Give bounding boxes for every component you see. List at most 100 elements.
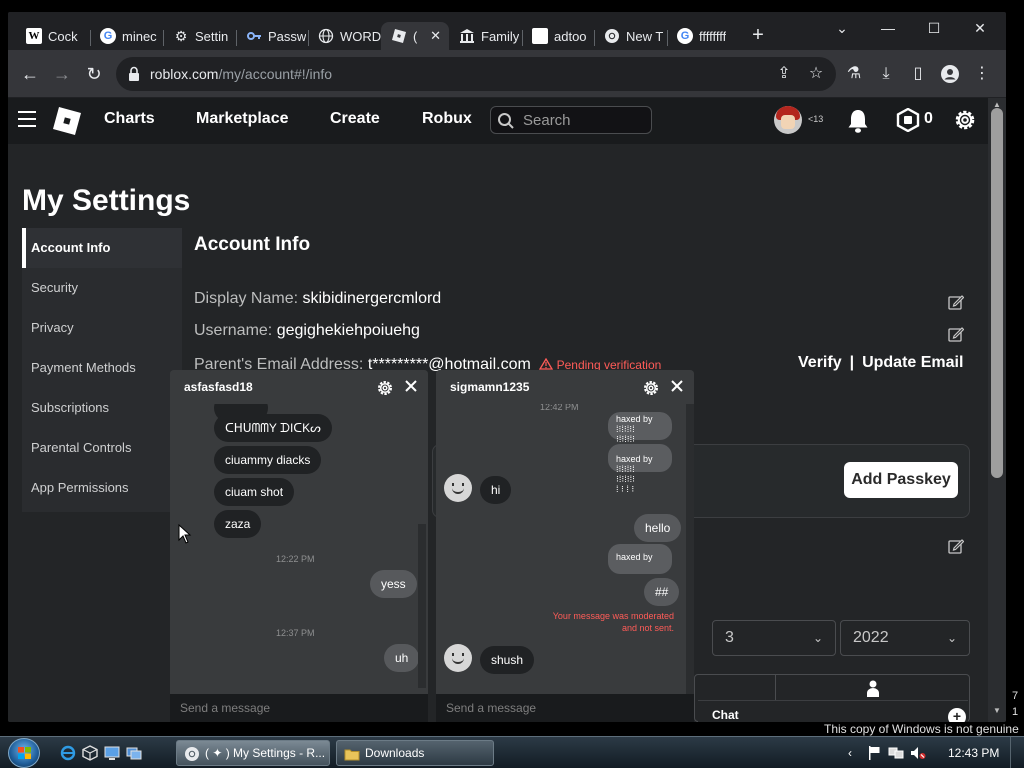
edit-icon[interactable] xyxy=(948,538,964,554)
menu-item-subscriptions[interactable]: Subscriptions xyxy=(22,388,182,428)
chat-bubble: ciuam shot xyxy=(214,478,295,506)
notification-bell-icon[interactable] xyxy=(846,108,870,134)
menu-item-account-info[interactable]: Account Info xyxy=(22,228,182,268)
tab-10[interactable]: G ffffffff xyxy=(667,22,739,50)
browser-toolbar: ← → ↻ roblox.com/my/account#!/info ⇪ ☆ ⚗… xyxy=(8,50,1006,98)
chevron-down-icon: ⌄ xyxy=(946,631,957,645)
tab-label: New T xyxy=(626,28,664,44)
tab-1[interactable]: W Cock xyxy=(16,22,90,50)
link-separator: | xyxy=(849,354,855,371)
forward-button[interactable]: → xyxy=(50,62,74,86)
edit-username-icon[interactable] xyxy=(948,326,964,342)
globe-icon xyxy=(318,28,334,44)
settings-gear-icon[interactable] xyxy=(952,107,978,133)
start-button[interactable] xyxy=(8,738,40,768)
add-passkey-button[interactable]: Add Passkey xyxy=(844,462,958,498)
chat-settings-gear-icon[interactable] xyxy=(376,379,394,397)
chat-username[interactable]: asfasfasd18 xyxy=(184,380,253,394)
user-avatar[interactable] xyxy=(444,474,472,502)
edge-text: 7 xyxy=(1012,690,1019,702)
hamburger-menu-icon[interactable] xyxy=(18,111,38,129)
action-center-flag-icon[interactable] xyxy=(866,745,882,761)
minimize-button[interactable]: — xyxy=(868,16,908,40)
search-icon xyxy=(498,113,514,129)
update-email-link[interactable]: Update Email xyxy=(862,354,963,371)
nav-create[interactable]: Create xyxy=(330,110,380,128)
menu-item-privacy[interactable]: Privacy xyxy=(22,308,182,348)
network-icon[interactable] xyxy=(888,745,904,761)
tab-5[interactable]: WORD xyxy=(308,22,381,50)
close-tab-icon[interactable]: ✕ xyxy=(430,28,441,44)
download-icon[interactable]: ⤓ xyxy=(874,62,898,86)
tab-7[interactable]: Family xyxy=(449,22,522,50)
page-scrollbar[interactable]: ▲ ▼ xyxy=(988,98,1006,722)
chat-dock[interactable]: Chat + xyxy=(698,700,968,722)
system-clock[interactable]: 12:43 PM xyxy=(948,746,999,760)
robux-count: 0 xyxy=(924,110,933,127)
birth-day-select[interactable]: 3 ⌄ xyxy=(712,620,836,656)
chat-input-placeholder: Send a message xyxy=(446,701,537,715)
genuine-notice: This copy of Windows is not genuine xyxy=(824,722,1019,736)
nav-marketplace[interactable]: Marketplace xyxy=(196,110,289,128)
nav-charts[interactable]: Charts xyxy=(104,110,155,128)
scrollbar-thumb[interactable] xyxy=(991,108,1003,478)
show-desktop-button[interactable] xyxy=(1010,737,1024,768)
birth-year-select[interactable]: 2022 ⌄ xyxy=(840,620,970,656)
back-button[interactable]: ← xyxy=(18,62,42,86)
robux-icon[interactable] xyxy=(896,108,920,132)
windows-taskbar: ( ✦ ) My Settings - R... Downloads ‹ 12:… xyxy=(0,736,1024,768)
chat-bubble: ᑕᕼᑌᗰᗰY ᗪIᑕKᔕ xyxy=(214,414,332,442)
chat-scrollbar[interactable] xyxy=(686,404,694,694)
internet-explorer-icon[interactable] xyxy=(60,745,76,761)
verify-link[interactable]: Verify xyxy=(798,354,842,371)
maximize-button[interactable]: ☐ xyxy=(914,16,954,40)
reload-button[interactable]: ↻ xyxy=(82,62,106,86)
new-chat-plus-icon[interactable]: + xyxy=(948,708,966,722)
tab-6-active[interactable]: ( ✕ xyxy=(381,22,449,50)
bookmark-star-icon[interactable]: ☆ xyxy=(804,62,828,86)
google-icon: G xyxy=(677,28,693,44)
menu-item-security[interactable]: Security xyxy=(22,268,182,308)
glitch-bubble: haxed by xyxy=(608,544,672,574)
new-tab-button[interactable]: + xyxy=(746,24,770,48)
tab-4[interactable]: Passw xyxy=(236,22,308,50)
close-chat-icon[interactable] xyxy=(668,377,686,395)
labs-flask-icon[interactable]: ⚗ xyxy=(842,62,866,86)
close-window-button[interactable]: ✕ xyxy=(960,16,1000,40)
tab-3[interactable]: ⚙ Settin xyxy=(163,22,236,50)
tab-9[interactable]: New T xyxy=(594,22,667,50)
show-hidden-icons-chevron[interactable]: ‹ xyxy=(842,745,858,761)
close-chat-icon[interactable] xyxy=(402,377,420,395)
user-avatar[interactable] xyxy=(444,644,472,672)
side-panel-icon[interactable]: ▯ xyxy=(906,62,930,86)
edit-display-name-icon[interactable] xyxy=(948,294,964,310)
share-icon[interactable]: ⇪ xyxy=(772,62,796,86)
switch-windows-icon[interactable] xyxy=(126,745,142,761)
chat-message-input[interactable]: Send a message xyxy=(436,694,694,722)
taskbar-downloads-button[interactable]: Downloads xyxy=(336,740,494,766)
menu-item-app-permissions[interactable]: App Permissions xyxy=(22,468,182,508)
tab-search-chevron-icon[interactable]: ⌄ xyxy=(822,16,862,40)
taskbar-chrome-button[interactable]: ( ✦ ) My Settings - R... xyxy=(176,740,330,766)
chat-message-input[interactable]: Send a message xyxy=(170,694,428,722)
scroll-down-icon[interactable]: ▼ xyxy=(988,706,1006,715)
menu-item-payment-methods[interactable]: Payment Methods xyxy=(22,348,182,388)
wikipedia-icon: W xyxy=(26,28,42,44)
roblox-logo[interactable] xyxy=(52,106,82,136)
nav-robux[interactable]: Robux xyxy=(422,110,472,128)
package-icon[interactable] xyxy=(82,745,98,761)
show-desktop-icon[interactable] xyxy=(104,745,120,761)
profile-icon[interactable] xyxy=(938,62,962,86)
chat-settings-gear-icon[interactable] xyxy=(642,379,660,397)
menu-item-parental-controls[interactable]: Parental Controls xyxy=(22,428,182,468)
tab-8[interactable]: adtoo xyxy=(522,22,594,50)
tab-2[interactable]: G minec xyxy=(90,22,163,50)
volume-muted-icon[interactable] xyxy=(910,745,926,761)
search-input[interactable]: Search xyxy=(490,106,652,134)
chat-scrollbar[interactable] xyxy=(418,524,426,688)
username-label: Username: xyxy=(194,322,273,339)
kebab-menu-icon[interactable]: ⋮ xyxy=(970,62,994,86)
avatar[interactable] xyxy=(774,106,802,134)
chat-username[interactable]: sigmamn1235 xyxy=(450,380,529,394)
address-bar[interactable]: roblox.com/my/account#!/info ⇪ ☆ xyxy=(116,57,836,91)
